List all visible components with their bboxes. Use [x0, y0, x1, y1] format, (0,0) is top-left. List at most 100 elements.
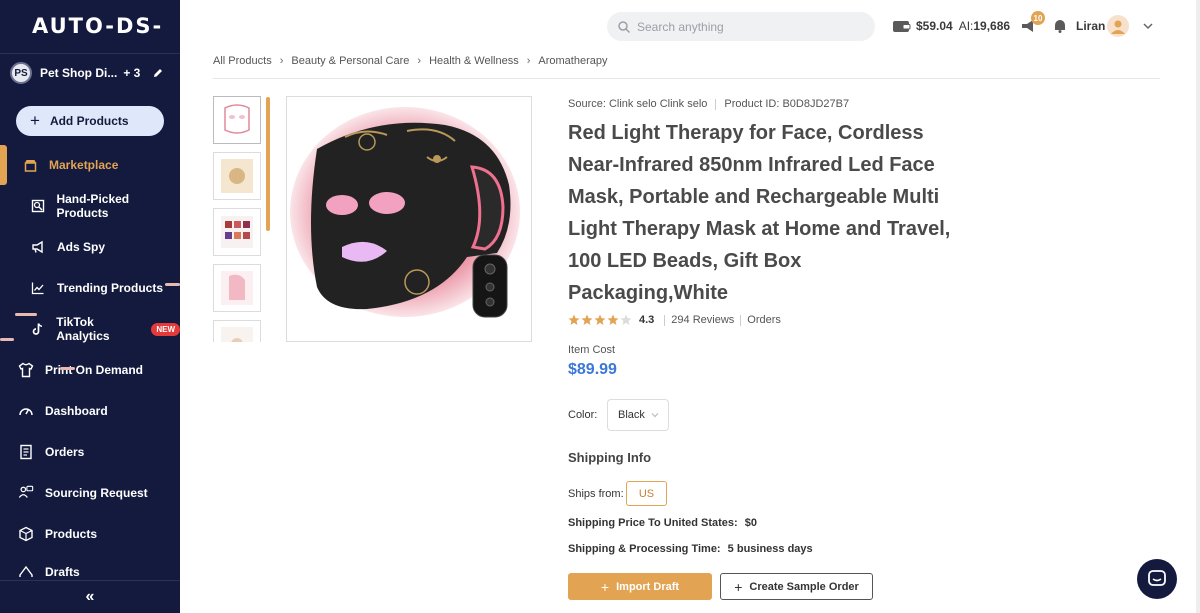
shipping-price-value: $0: [744, 517, 758, 529]
chevron-down-icon[interactable]: [1143, 17, 1153, 35]
add-products-button[interactable]: + Add Products: [16, 106, 164, 136]
sidebar-item-ads-spy[interactable]: Ads Spy: [30, 237, 105, 257]
product-thumbnail[interactable]: [213, 264, 261, 312]
search-bar[interactable]: Search anything: [607, 12, 875, 41]
sidebar-item-label: Hand-Picked Products: [56, 192, 130, 220]
chevron-right-icon: ›: [279, 55, 284, 67]
thumbnail-list: [213, 96, 263, 342]
plus-icon: +: [30, 111, 40, 130]
chat-icon: [1148, 570, 1166, 586]
product-meta: Source: Clink selo Clink selo Product ID…: [568, 98, 849, 110]
user-name[interactable]: Liran: [1076, 17, 1105, 35]
sidebar-item-label: Sourcing Request: [45, 486, 148, 500]
color-select[interactable]: Black: [607, 399, 669, 431]
updates-button[interactable]: [1052, 17, 1068, 35]
ai-credits-value: 19,686: [973, 19, 1011, 33]
sidebar-item-drafts[interactable]: Drafts: [18, 565, 80, 577]
divider: [213, 78, 1160, 79]
product-thumbnail[interactable]: [213, 320, 261, 342]
tiktok-icon: [30, 321, 45, 337]
breadcrumb: All Products › Beauty & Personal Care › …: [213, 55, 608, 67]
hand-picked-icon: [30, 198, 45, 214]
sidebar-item-hand-picked-products[interactable]: Hand-Picked Products: [30, 192, 180, 220]
drafts-icon: [18, 565, 34, 577]
breadcrumb-item[interactable]: Beauty & Personal Care: [291, 55, 409, 67]
store-selector[interactable]: PS Pet Shop Di... + 3: [10, 62, 170, 84]
pencil-icon[interactable]: [152, 67, 164, 79]
color-label: Color:: [568, 409, 598, 421]
star-filled-icon: [594, 314, 606, 325]
rating-stars: [568, 314, 633, 326]
plus-icon: +: [600, 578, 610, 595]
shipping-price-label: Shipping Price To United States:: [568, 517, 738, 529]
star-filled-icon: [607, 314, 619, 325]
bell-icon: [1055, 20, 1065, 33]
store-name: Pet Shop Di...: [40, 66, 118, 80]
sidebar-item-label: Orders: [45, 445, 85, 459]
breadcrumb-item[interactable]: Aromatherapy: [538, 55, 607, 67]
plus-icon: +: [734, 578, 743, 595]
sidebar-item-tiktok-analytics[interactable]: TikTok Analytics NEW: [30, 315, 180, 343]
processing-time-value: 5 business days: [727, 543, 813, 555]
product-id: Product ID: B0D8JD27B7: [724, 98, 850, 110]
product-thumbnail[interactable]: [213, 96, 261, 144]
sidebar-item-dashboard[interactable]: Dashboard: [18, 401, 108, 421]
item-price: $89.99: [568, 361, 617, 378]
chevron-right-icon: ›: [526, 55, 531, 67]
sidebar-item-sourcing-request[interactable]: Sourcing Request: [18, 483, 148, 503]
sidebar-item-products[interactable]: Products: [18, 524, 97, 544]
balance-value: $59.04: [916, 19, 953, 33]
chevron-right-icon: ›: [417, 55, 422, 67]
divider: [664, 314, 666, 326]
double-chevron-left-icon: «: [85, 588, 95, 605]
chat-support-button[interactable]: [1137, 559, 1177, 599]
ships-from-label: Ships from:: [568, 488, 624, 500]
balance-display[interactable]: $59.04 AI: 19,686: [892, 17, 1010, 35]
breadcrumb-item[interactable]: All Products: [213, 55, 272, 67]
sidebar-item-label: Dashboard: [45, 404, 108, 418]
color-value: Black: [618, 409, 645, 421]
page-scrollbar[interactable]: [1196, 0, 1200, 613]
import-draft-button[interactable]: + Import Draft: [568, 573, 712, 600]
shirt-icon: [18, 362, 34, 378]
rating-row: 4.3 294 Reviews Orders: [568, 314, 781, 326]
divider: [740, 314, 742, 326]
product-main-image[interactable]: [286, 96, 532, 342]
user-avatar[interactable]: [1107, 15, 1129, 37]
rating-value: 4.3: [639, 314, 655, 326]
import-draft-label: Import Draft: [616, 580, 680, 593]
item-cost-label: Item Cost: [568, 344, 616, 356]
breadcrumb-item[interactable]: Health & Wellness: [429, 55, 519, 67]
store-icon: [22, 157, 38, 173]
add-products-label: Add Products: [49, 114, 129, 128]
autods-logo[interactable]: AUTO-DS-: [32, 14, 163, 38]
collapse-sidebar-button[interactable]: «: [0, 580, 180, 613]
product-thumbnail[interactable]: [213, 208, 261, 256]
create-sample-order-button[interactable]: + Create Sample Order: [720, 573, 873, 600]
active-indicator: [0, 145, 7, 185]
chevron-down-icon: [651, 410, 659, 420]
sidebar-item-label: TikTok Analytics: [56, 315, 110, 343]
sidebar-item-label: Marketplace: [49, 158, 119, 172]
create-sample-order-label: Create Sample Order: [749, 580, 859, 593]
decor-mark: [0, 338, 14, 341]
orders-icon: [18, 444, 34, 460]
sidebar-item-label: Trending Products: [57, 281, 164, 295]
sidebar-item-orders[interactable]: Orders: [18, 442, 84, 462]
search-placeholder: Search anything: [637, 19, 724, 34]
product-thumbnail[interactable]: [213, 152, 261, 200]
ships-from-us-option[interactable]: US: [626, 481, 667, 506]
decor-mark: [15, 313, 37, 316]
new-badge: NEW: [151, 322, 180, 336]
shipping-info-heading: Shipping Info: [568, 450, 652, 465]
trend-chart-icon: [30, 280, 46, 296]
thumbnail-scrollbar[interactable]: [266, 97, 270, 231]
divider: [715, 98, 717, 110]
sidebar-item-print-on-demand[interactable]: Print On Demand: [18, 360, 143, 380]
star-filled-icon: [581, 314, 593, 325]
sidebar-item-trending-products[interactable]: Trending Products: [30, 278, 163, 298]
processing-time-label: Shipping & Processing Time:: [568, 543, 721, 555]
sidebar-item-marketplace[interactable]: Marketplace: [22, 155, 118, 175]
reviews-count[interactable]: 294 Reviews: [671, 314, 734, 326]
sidebar-item-label: Products: [45, 527, 98, 541]
